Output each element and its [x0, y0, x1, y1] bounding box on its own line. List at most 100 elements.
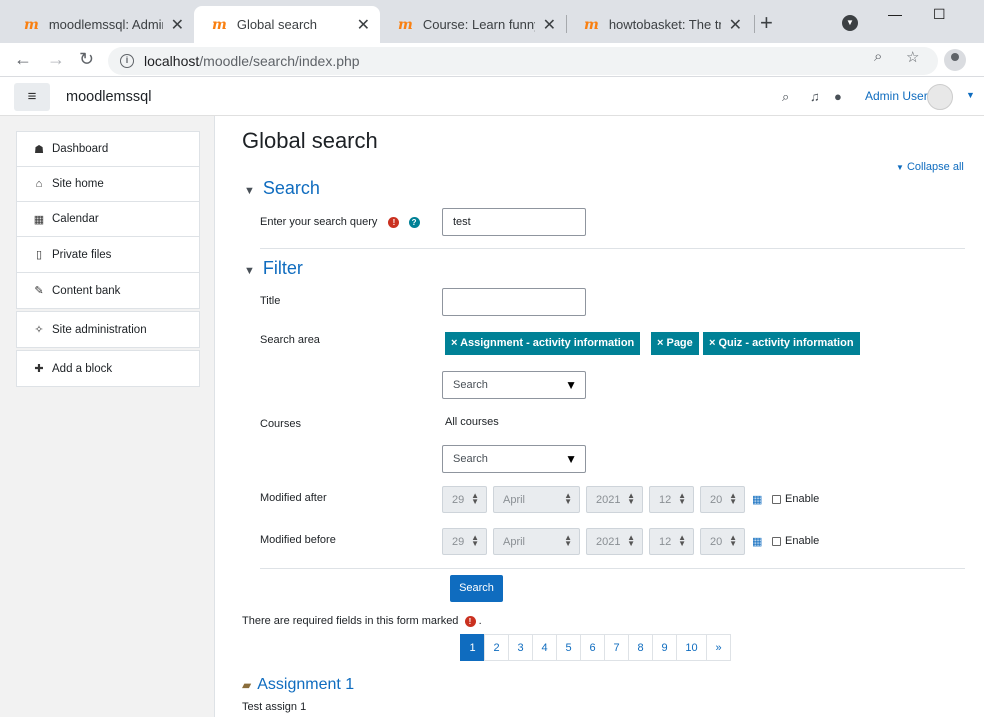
select-value: 2021 — [596, 494, 621, 506]
url-text[interactable]: localhost/moodle/search/index.php — [144, 53, 360, 69]
messages-icon[interactable]: ● — [834, 89, 842, 104]
select-value: April — [503, 494, 526, 506]
page-link[interactable]: 2 — [484, 634, 509, 661]
file-icon: ▯ — [35, 249, 43, 261]
user-name[interactable]: Admin User — [865, 89, 928, 103]
page-link[interactable]: 3 — [508, 634, 533, 661]
sidebar-item-calendar[interactable]: ▦ Calendar — [17, 202, 199, 237]
search-icon[interactable]: ⌕ — [782, 89, 789, 105]
before-minute-select[interactable]: 20 ▲ ▼ — [700, 528, 745, 555]
bookmark-star-icon[interactable]: ☆ — [906, 48, 919, 66]
search-result-title[interactable]: ▰ Assignment 1 — [242, 676, 354, 694]
checkbox-box[interactable] — [772, 494, 781, 504]
close-tab-icon[interactable]: ✕ — [543, 15, 556, 35]
updown-icon: ▲ ▼ — [471, 533, 479, 548]
after-day-select[interactable]: 29 ▲ ▼ — [442, 486, 487, 513]
minimize-icon[interactable]: — — [888, 6, 902, 22]
sidebar-item-site-home[interactable]: ⌂ Site home — [17, 167, 199, 202]
before-month-select[interactable]: April ▲ ▼ — [493, 528, 580, 555]
zoom-icon[interactable]: ⌕ — [874, 48, 882, 65]
close-tab-icon[interactable]: ✕ — [171, 15, 184, 35]
search-area-tag[interactable]: × Assignment - activity information — [445, 332, 641, 355]
drawer-toggle-button[interactable]: ≡ — [14, 83, 50, 111]
browser-profile-icon[interactable] — [944, 49, 966, 71]
dropdown-arrow-icon: ▼ — [565, 378, 577, 392]
before-hour-select[interactable]: 12 ▲ ▼ — [649, 528, 694, 555]
browser-tab[interactable]: m Course: Learn funny m ✕ — [380, 6, 566, 43]
moodle-favicon-icon: m — [24, 16, 39, 33]
close-tab-icon[interactable]: ✕ — [729, 15, 742, 35]
avatar[interactable] — [927, 84, 953, 110]
checkbox-box[interactable] — [772, 536, 781, 546]
url-omnibox[interactable]: i localhost/moodle/search/index.php — [108, 47, 938, 75]
collapse-all-link[interactable]: ▼ Collapse all — [896, 161, 964, 173]
tab-title: Course: Learn funny m — [422, 17, 535, 32]
assignment-icon: ▰ — [242, 678, 252, 692]
search-submit-button[interactable]: Search — [450, 575, 503, 602]
query-label: Enter your search query — [260, 216, 378, 228]
browser-tab[interactable]: m howtobasket: The trian ✕ — [566, 6, 752, 43]
search-section-header[interactable]: ▼ Search — [244, 178, 320, 199]
select-placeholder: Search — [453, 379, 488, 391]
site-name-link[interactable]: moodlemssql — [66, 89, 151, 105]
required-icon: ! — [464, 615, 476, 627]
after-enable-checkbox[interactable]: Enable — [772, 493, 819, 505]
courses-select[interactable]: Search ▼ — [442, 445, 586, 473]
page-link[interactable]: 6 — [580, 634, 605, 661]
before-year-select[interactable]: 2021 ▲ ▼ — [586, 528, 643, 555]
search-query-input[interactable]: test — [442, 208, 586, 236]
calendar-icon: ▦ — [33, 213, 45, 226]
home-icon: ⌂ — [35, 178, 43, 190]
sidebar-item-content-bank[interactable]: ✎ Content bank — [17, 273, 199, 308]
updown-icon: ▲ ▼ — [678, 491, 686, 506]
close-tab-icon[interactable]: ✕ — [357, 15, 370, 35]
tab-divider — [754, 15, 755, 33]
page-link[interactable]: 4 — [532, 634, 557, 661]
sidebar-item-add-block[interactable]: ✚ Add a block — [17, 351, 199, 386]
brush-icon: ✎ — [34, 285, 44, 297]
drawer-group-block: ✚ Add a block — [16, 350, 200, 387]
new-tab-button[interactable]: + — [760, 10, 773, 36]
sidebar-item-dashboard[interactable]: ☗ Dashboard — [17, 132, 199, 167]
back-arrow-icon[interactable]: ← — [14, 49, 32, 70]
page-link[interactable]: 8 — [628, 634, 653, 661]
sidebar-item-site-administration[interactable]: ✧ Site administration — [17, 312, 199, 347]
title-input[interactable] — [442, 288, 586, 316]
sidebar-item-label: Private files — [52, 248, 112, 261]
calendar-icon[interactable]: ▦ — [752, 535, 762, 548]
browser-tab-active[interactable]: m Global search ✕ — [194, 6, 380, 43]
page-link[interactable]: 1 — [460, 634, 485, 661]
nav-drawer: ☗ Dashboard ⌂ Site home ▦ Calendar ▯ Pri… — [0, 116, 215, 717]
after-hour-select[interactable]: 12 ▲ ▼ — [649, 486, 694, 513]
reload-icon[interactable]: ↻ — [79, 49, 94, 70]
after-minute-select[interactable]: 20 ▲ ▼ — [700, 486, 745, 513]
tab-title: moodlemssql: Administ — [48, 17, 163, 32]
required-icon: ! — [388, 216, 400, 228]
next-page-link[interactable]: » — [706, 634, 731, 661]
before-day-select[interactable]: 29 ▲ ▼ — [442, 528, 487, 555]
user-menu-caret-icon[interactable]: ▼ — [966, 90, 975, 100]
help-icon[interactable]: ? — [408, 216, 420, 228]
maximize-icon[interactable]: ☐ — [933, 6, 946, 23]
page-link[interactable]: 9 — [652, 634, 677, 661]
sidebar-item-private-files[interactable]: ▯ Private files — [17, 237, 199, 272]
page-link[interactable]: 10 — [676, 634, 707, 661]
filter-section-header[interactable]: ▼ Filter — [244, 258, 303, 279]
notification-bell-icon[interactable]: ♫ — [810, 89, 820, 104]
after-year-select[interactable]: 2021 ▲ ▼ — [586, 486, 643, 513]
site-info-icon[interactable]: i — [120, 54, 134, 68]
search-area-tag[interactable]: × Quiz - activity information — [703, 332, 860, 355]
tab-search-icon[interactable]: ▼ — [842, 15, 858, 31]
before-enable-checkbox[interactable]: Enable — [772, 535, 819, 547]
browser-tab[interactable]: m moodlemssql: Administ ✕ — [6, 6, 194, 43]
search-area-select[interactable]: Search ▼ — [442, 371, 586, 399]
required-fields-note: There are required fields in this form m… — [242, 615, 482, 627]
tab-title: howtobasket: The trian — [608, 17, 721, 32]
page-link[interactable]: 7 — [604, 634, 629, 661]
after-month-select[interactable]: April ▲ ▼ — [493, 486, 580, 513]
search-area-tag[interactable]: × Page — [651, 332, 699, 355]
calendar-icon[interactable]: ▦ — [752, 493, 762, 506]
page-link[interactable]: 5 — [556, 634, 581, 661]
updown-icon: ▲ ▼ — [729, 491, 737, 506]
forward-arrow-icon[interactable]: → — [47, 49, 65, 70]
